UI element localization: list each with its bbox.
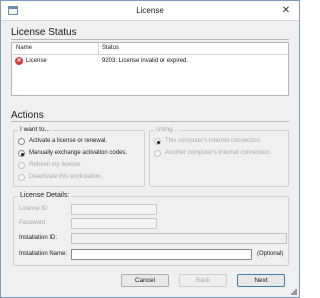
i-want-to-group: I want to... Activate a license or renew…: [13, 126, 145, 187]
title-bar: License ✕: [1, 1, 299, 21]
divider: [11, 39, 289, 40]
actions-heading: Actions: [11, 110, 44, 121]
column-header-status[interactable]: Status: [102, 45, 119, 51]
window-title: License: [136, 6, 164, 15]
license-id-field[interactable]: [71, 204, 157, 215]
using-legend: Using...: [154, 126, 181, 133]
password-field[interactable]: [71, 218, 157, 229]
resize-grip-icon[interactable]: [291, 289, 297, 295]
license-status-cell: 9203: License invalid or expired.: [102, 58, 189, 64]
close-icon[interactable]: ✕: [279, 4, 293, 17]
list-header: Name Status: [12, 43, 288, 55]
using-group: Using... This computer's Internet connec…: [149, 126, 289, 187]
radio-label: Another computer's Internet connection.: [165, 150, 272, 156]
installation-name-field[interactable]: [71, 249, 252, 260]
radio-label: Refresh my license.: [29, 162, 82, 168]
license-row[interactable]: ✕ License 9203: License invalid or expir…: [12, 56, 288, 67]
installation-name-label: Installation Name:: [19, 251, 68, 257]
license-id-label: License ID:: [19, 206, 50, 212]
password-label: Password:: [19, 220, 48, 226]
column-divider: [98, 43, 99, 55]
radio-button-disabled-selected[interactable]: [154, 138, 161, 145]
license-status-list[interactable]: Name Status ✕ License 9203: License inva…: [11, 42, 289, 96]
back-button[interactable]: Back: [179, 274, 227, 287]
next-button[interactable]: Next: [237, 274, 285, 287]
license-details-legend: License Details:: [18, 192, 72, 199]
radio-button-disabled[interactable]: [18, 162, 25, 169]
divider: [11, 121, 289, 122]
radio-label: Manually exchange activation codes.: [29, 150, 128, 156]
installation-id-label: Installation ID:: [19, 235, 58, 241]
i-want-to-legend: I want to...: [18, 126, 52, 133]
license-status-heading: License Status: [11, 27, 77, 38]
radio-label: This computer's Internet connection.: [165, 138, 262, 144]
radio-button[interactable]: [18, 138, 25, 145]
radio-button-disabled[interactable]: [18, 174, 25, 181]
installation-id-field[interactable]: [71, 233, 287, 244]
radio-button-selected[interactable]: [18, 150, 25, 157]
column-header-name[interactable]: Name: [16, 45, 32, 51]
license-dialog: License ✕ License Status Name Status ✕ L…: [0, 0, 300, 298]
optional-hint: (Optional): [257, 251, 284, 257]
license-name-cell: License: [26, 58, 47, 64]
radio-label: Deactivate this workstation.: [29, 174, 103, 180]
radio-label: Activate a license or renewal.: [29, 138, 108, 144]
error-icon: ✕: [15, 57, 23, 65]
cancel-button[interactable]: Cancel: [121, 274, 169, 287]
radio-button-disabled[interactable]: [154, 150, 161, 157]
